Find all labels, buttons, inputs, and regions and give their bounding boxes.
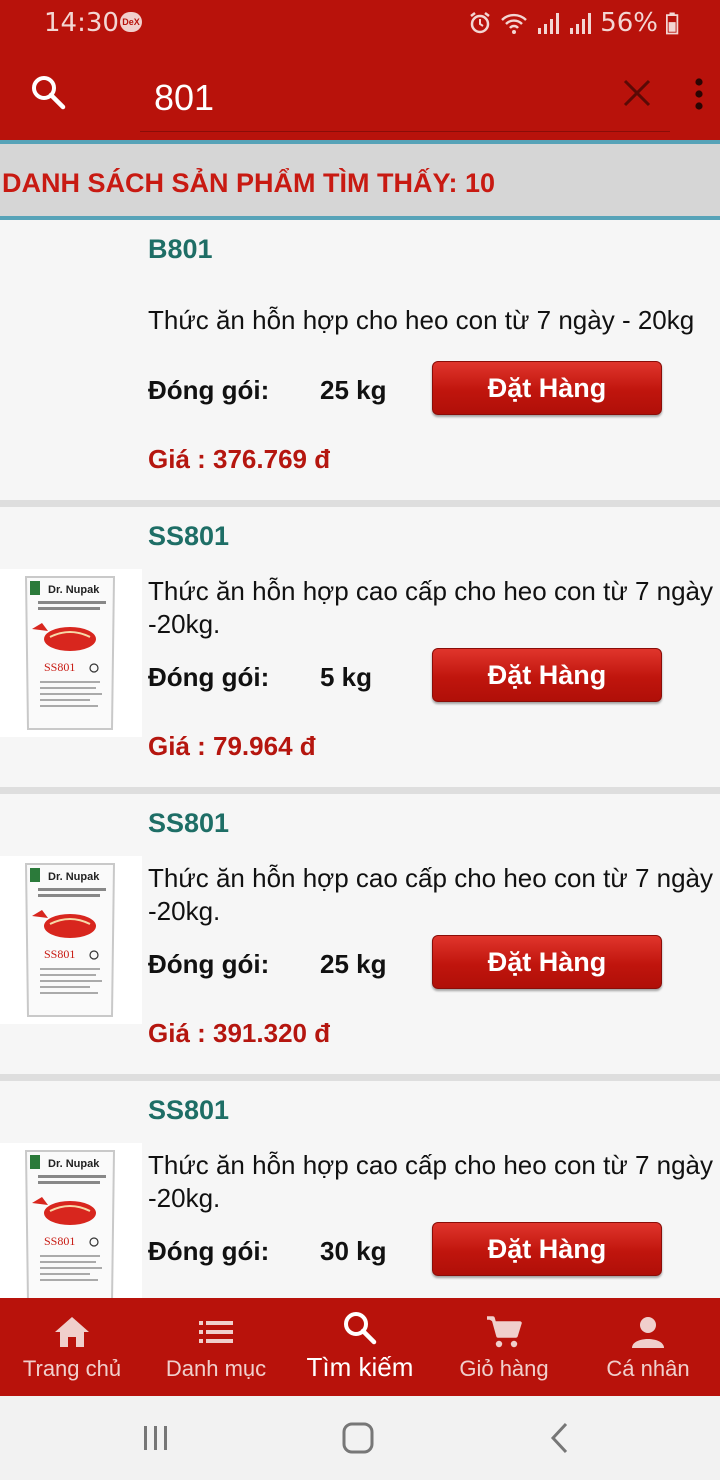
nav-item-cart[interactable]: Giỏ hàng bbox=[432, 1298, 576, 1396]
nav-item-home[interactable]: Trang chủ bbox=[0, 1298, 144, 1396]
product-price: Giá : 376.769 đ bbox=[148, 444, 331, 474]
pack-label: Đóng gói: bbox=[148, 375, 270, 405]
nav-label: Giỏ hàng bbox=[459, 1356, 549, 1381]
nav-label: Cá nhân bbox=[606, 1356, 690, 1381]
product-code: SS801 bbox=[148, 808, 230, 838]
order-button[interactable]: Đặt Hàng bbox=[432, 648, 662, 702]
product-card[interactable]: Dr. Nupak SS801 SS801 Thức ăn hỗn hợp ca… bbox=[0, 507, 720, 787]
person-icon bbox=[632, 1317, 664, 1348]
nav-label: Danh mục bbox=[165, 1356, 267, 1381]
product-card[interactable]: B801 Thức ăn hỗn hợp cho heo con từ 7 ng… bbox=[0, 220, 720, 500]
pack-size: 25 kg bbox=[320, 949, 387, 979]
product-image[interactable]: Dr. Nupak SS801 bbox=[0, 569, 142, 737]
nav-item-categories[interactable]: Danh mục bbox=[144, 1298, 288, 1396]
wifi-icon bbox=[501, 13, 528, 34]
pack-label: Đóng gói: bbox=[148, 949, 270, 979]
product-price: Giá : 79.964 đ bbox=[148, 731, 316, 761]
product-name: Thức ăn hỗn hợp cao cấp cho heo con từ 7… bbox=[148, 863, 714, 926]
bag-code-text: SS801 bbox=[44, 1234, 75, 1248]
signal-icon bbox=[570, 13, 592, 34]
pack-label: Đóng gói: bbox=[148, 1236, 270, 1266]
signal-icon bbox=[538, 13, 560, 34]
product-code: B801 bbox=[148, 234, 213, 264]
feed-bag-image: Dr. Nupak SS801 bbox=[24, 576, 116, 730]
nav-label: Trang chủ bbox=[22, 1356, 122, 1381]
pack-size: 30 kg bbox=[320, 1236, 387, 1266]
product-price: Giá : 391.320 đ bbox=[148, 1018, 331, 1048]
feed-bag-image: Dr. Nupak SS801 bbox=[24, 863, 116, 1017]
cart-icon bbox=[487, 1316, 522, 1348]
search-icon[interactable] bbox=[30, 74, 66, 110]
nav-label: Tìm kiếm bbox=[306, 1352, 414, 1382]
close-icon[interactable] bbox=[620, 76, 654, 110]
search-app-bar bbox=[0, 46, 720, 140]
battery-percentage: 56% bbox=[600, 8, 658, 38]
product-list[interactable]: B801 Thức ăn hỗn hợp cho heo con từ 7 ng… bbox=[0, 220, 720, 1298]
nav-item-profile[interactable]: Cá nhân bbox=[576, 1298, 720, 1396]
nav-item-search[interactable]: Tìm kiếm bbox=[288, 1298, 432, 1396]
product-image[interactable]: Dr. Nupak SS801 bbox=[0, 856, 142, 1024]
pack-size: 5 kg bbox=[320, 662, 373, 692]
search-icon bbox=[344, 1312, 377, 1345]
order-button[interactable]: Đặt Hàng bbox=[432, 361, 662, 415]
product-card[interactable]: Dr. Nupak SS801 SS801 Thức ăn hỗn hợp ca… bbox=[0, 794, 720, 1074]
feed-bag-image: Dr. Nupak SS801 bbox=[24, 1150, 116, 1298]
product-name: Thức ăn hỗn hợp cao cấp cho heo con từ 7… bbox=[148, 576, 714, 639]
product-card[interactable]: Dr. Nupak SS801 SS801 Thức ăn hỗn hợp ca… bbox=[0, 1081, 720, 1298]
bag-brand-text: Dr. Nupak bbox=[48, 1158, 100, 1170]
pack-size: 25 kg bbox=[320, 375, 387, 405]
product-code: SS801 bbox=[148, 521, 230, 551]
system-navigation-bar bbox=[0, 1396, 720, 1480]
list-icon bbox=[199, 1321, 233, 1343]
product-name: Thức ăn hỗn hợp cao cấp cho heo con từ 7… bbox=[148, 1150, 714, 1213]
product-image[interactable]: Dr. Nupak SS801 bbox=[0, 1143, 142, 1298]
home-icon bbox=[55, 1317, 89, 1347]
alarm-icon bbox=[470, 12, 490, 34]
recent-apps-icon[interactable] bbox=[136, 1420, 176, 1456]
product-name: Thức ăn hỗn hợp cho heo con từ 7 ngày - … bbox=[148, 305, 695, 335]
order-button[interactable]: Đặt Hàng bbox=[432, 1222, 662, 1276]
back-icon[interactable] bbox=[540, 1420, 580, 1456]
bag-brand-text: Dr. Nupak bbox=[48, 871, 100, 883]
pack-label: Đóng gói: bbox=[148, 662, 270, 692]
results-count-label: DANH SÁCH SẢN PHẨM TÌM THẤY: 10 bbox=[2, 168, 496, 198]
home-button-icon[interactable] bbox=[338, 1420, 378, 1456]
results-header: DANH SÁCH SẢN PHẨM TÌM THẤY: 10 bbox=[0, 140, 720, 220]
status-bar: 14:30 DeX 56% bbox=[0, 0, 720, 46]
search-input[interactable] bbox=[140, 64, 670, 132]
status-time: 14:30 bbox=[44, 8, 119, 38]
battery-icon bbox=[666, 12, 679, 35]
order-button[interactable]: Đặt Hàng bbox=[432, 935, 662, 989]
bag-code-text: SS801 bbox=[44, 947, 75, 961]
dex-badge: DeX bbox=[120, 12, 142, 32]
product-code: SS801 bbox=[148, 1095, 230, 1125]
bottom-navigation: Trang chủ Danh mục Tìm kiếm Giỏ hàng Cá … bbox=[0, 1298, 720, 1396]
bag-code-text: SS801 bbox=[44, 660, 75, 674]
status-icons: 56% bbox=[468, 8, 680, 38]
bag-brand-text: Dr. Nupak bbox=[48, 584, 100, 596]
more-vert-icon[interactable] bbox=[690, 74, 708, 114]
